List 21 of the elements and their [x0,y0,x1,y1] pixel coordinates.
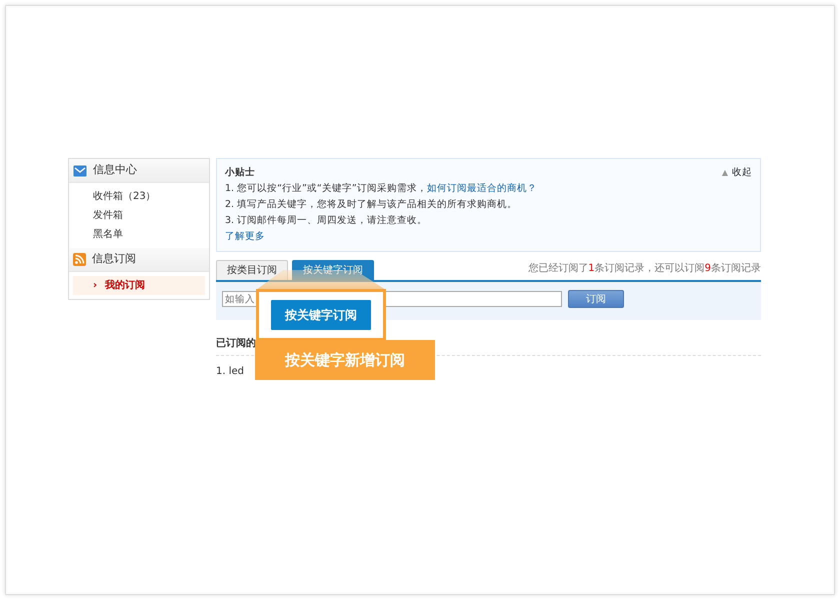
tip-line: 3. 订阅邮件每周一、周四发送，请注意查收。 [225,214,428,228]
subscription-entry: 1. led [216,365,245,379]
tips-title: 小贴士 [225,166,255,180]
collapse-arrow-icon: ▲ [722,168,728,177]
tab[interactable]: 按类目订阅 [216,260,288,280]
tip-line: 2. 填写产品关键字，您将及时了解与该产品相关的所有求购商机。 [225,198,518,212]
section-title: 信息订阅 [92,251,136,268]
tip-line: 1. 您可以按“行业”或“关键字”订阅采购需求，如何订阅最适合的商机？ [225,182,538,196]
rss-icon [73,253,86,266]
caption-tooltip: 按关键字新增订阅 [255,340,435,380]
collapse-link[interactable]: ▲ 收起 [722,165,752,181]
sidebar-item[interactable]: 黑名单 [69,225,209,244]
mail-icon [73,164,87,176]
learn-more-link[interactable]: 了解更多 [225,231,265,242]
sidebar-item[interactable]: › 我的订阅 [73,276,205,295]
section-title: 信息中心 [93,162,137,178]
help-link[interactable]: 如何订阅最适合的商机？ [426,183,537,194]
sidebar-item[interactable]: 收件箱（23） [69,187,209,206]
keyword-subscribe-button[interactable]: 按关键字订阅 [271,300,371,330]
subscription-summary: 您已经订阅了1条订阅记录，还可以订阅9条订阅记录 [528,262,761,276]
sidebar-item[interactable]: 发件箱 [69,206,209,225]
